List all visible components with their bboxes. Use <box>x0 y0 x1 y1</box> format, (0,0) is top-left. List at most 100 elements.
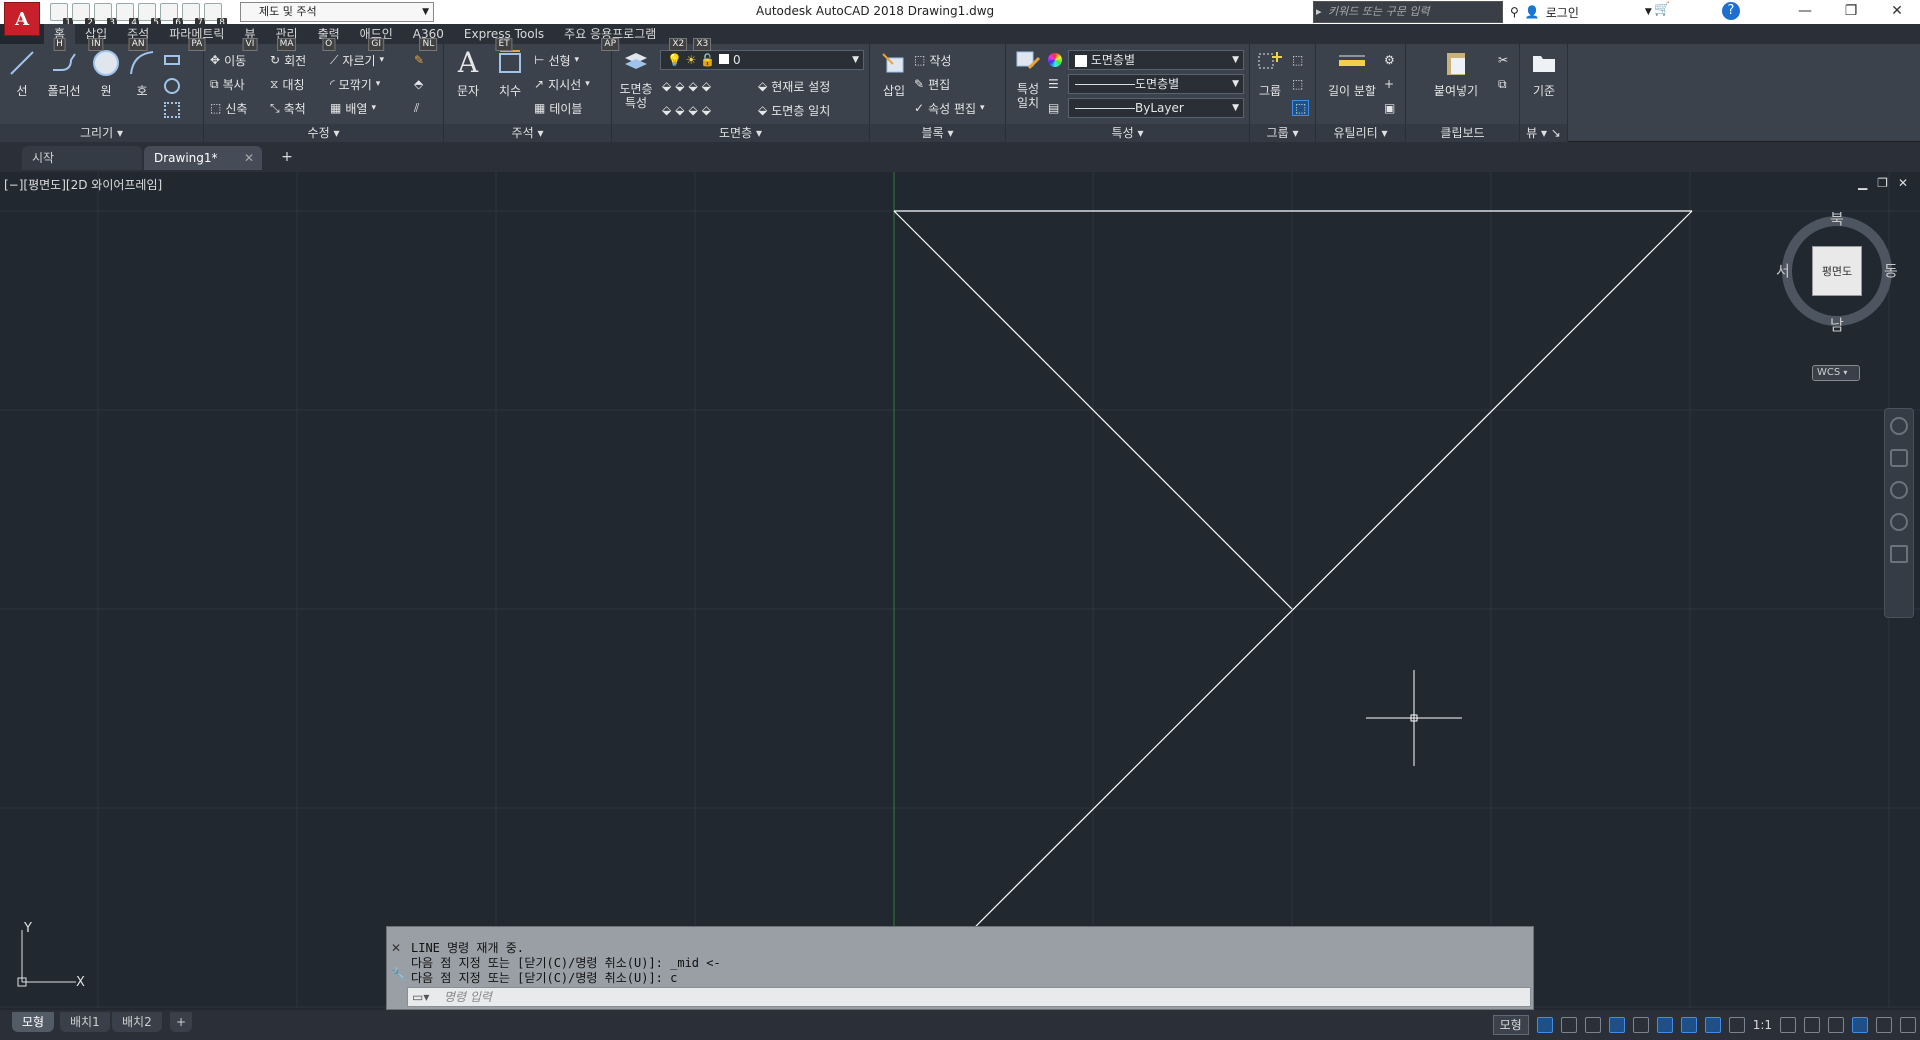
viewcube-east[interactable]: 동 <box>1884 260 1898 281</box>
boundary-button[interactable] <box>164 100 180 120</box>
leader-button[interactable]: ↗ 지시선 ▾ <box>534 74 590 94</box>
dimension-button[interactable]: 치수 <box>490 48 530 99</box>
object-snap-icon[interactable] <box>1680 1017 1697 1033</box>
viewcube-west[interactable]: 서 <box>1776 260 1790 281</box>
base-view-button[interactable]: 기준 <box>1524 48 1564 99</box>
open-file-button[interactable]: 2 <box>72 3 95 29</box>
viewcube-face-top[interactable]: 평면도 <box>1812 246 1862 296</box>
tab-annotate[interactable]: 주석 AN <box>117 24 159 51</box>
command-input[interactable]: ▭▾ 명령 입력 <box>407 987 1531 1007</box>
copy-button[interactable]: ⧉ 복사 <box>210 74 245 94</box>
text-button[interactable]: A 문자 <box>448 48 488 99</box>
plot-button[interactable]: 5 <box>138 3 161 29</box>
tab-a360[interactable]: A360 NL <box>403 24 454 51</box>
linear-dimension-button[interactable]: ⊢ 선형 ▾ <box>534 50 579 70</box>
viewport-controls-label[interactable]: [−][평면도][2D 와이어프레임] <box>4 176 162 193</box>
object-snap-tracking-icon[interactable] <box>1656 1017 1673 1033</box>
command-prompt-icon[interactable]: ▭▾ <box>412 988 429 1006</box>
quick-select-button[interactable]: ⚙ <box>1384 50 1395 70</box>
snap-toggle-icon[interactable] <box>1560 1017 1577 1033</box>
redo-button[interactable]: 7 <box>182 3 205 29</box>
viewcube[interactable]: 북 남 동 서 평면도 <box>1776 208 1898 334</box>
panel-title-annotation[interactable]: 주석 ▾ <box>444 124 611 142</box>
panel-title-groups[interactable]: 그룹 ▾ <box>1250 124 1315 142</box>
grid-toggle-icon[interactable] <box>1536 1017 1553 1033</box>
drawing-area[interactable]: [−][평면도][2D 와이어프레임] ▁ ❐ ✕ 북 남 동 서 평면도 WC… <box>0 172 1920 1008</box>
move-button[interactable]: ✥ 이동 <box>210 50 246 70</box>
layer-unlock-icon[interactable]: ⬙ <box>702 103 711 117</box>
panel-title-draw[interactable]: 그리기 ▾ <box>0 124 203 142</box>
annotation-monitor-icon[interactable] <box>1804 1017 1820 1033</box>
tab-express-tools[interactable]: Express Tools ET <box>454 24 554 51</box>
auto-scale-icon[interactable] <box>1728 1017 1745 1033</box>
insert-block-button[interactable]: 삽입 <box>874 48 914 99</box>
paste-button[interactable]: 붙여넣기 <box>1428 48 1484 99</box>
layer-thaw-icon[interactable]: ⬙ <box>688 103 697 117</box>
workspace-dropdown[interactable]: 제도 및 주석 ▼ <box>240 2 434 22</box>
tab-home[interactable]: 홈H <box>44 24 76 51</box>
erase-button[interactable]: ✎ <box>414 50 424 70</box>
panel-title-view[interactable]: 뷰 ▾ ↘ <box>1520 124 1567 142</box>
panel-title-clipboard[interactable]: 클립보드 <box>1406 124 1519 142</box>
orbit-icon[interactable] <box>1890 513 1908 531</box>
undo-button[interactable]: 6 <box>160 3 183 29</box>
layer-on-icon[interactable]: ⬙ <box>662 103 671 117</box>
close-button[interactable]: ✕ <box>1874 0 1920 24</box>
clean-screen-icon[interactable] <box>1876 1017 1892 1033</box>
close-tab-icon[interactable]: ✕ <box>244 146 254 170</box>
hatch-button[interactable] <box>164 76 180 96</box>
circle-button[interactable]: 원 <box>86 48 126 99</box>
stretch-button[interactable]: ⬚ 신축 <box>210 98 247 118</box>
steering-wheel-icon[interactable] <box>1890 417 1908 435</box>
trim-button[interactable]: ⟋ 자르기 ▾ <box>330 50 384 70</box>
pan-icon[interactable] <box>1890 449 1908 467</box>
layout-tab-layout2[interactable]: 배치2 <box>112 1012 162 1032</box>
line-button[interactable]: 선 <box>2 48 42 99</box>
rotate-button[interactable]: ↻ 회전 <box>270 50 306 70</box>
panel-title-utilities[interactable]: 유틸리티 ▾ <box>1316 124 1405 142</box>
explode-button[interactable]: ⬘ <box>414 74 423 94</box>
isolate-objects-icon[interactable] <box>1852 1017 1868 1033</box>
share-button[interactable]: 8 <box>204 3 227 29</box>
table-button[interactable]: ▦ 테이블 <box>534 98 582 118</box>
zoom-icon[interactable] <box>1890 481 1908 499</box>
workspace-gear-icon[interactable] <box>1780 1017 1796 1033</box>
calculator-button[interactable]: ▣ <box>1384 98 1395 118</box>
viewport-minimize-icon[interactable]: ▁ <box>1858 176 1867 190</box>
help-icon[interactable]: ? <box>1722 2 1740 20</box>
tab-drawing1[interactable]: Drawing1* ✕ <box>144 146 262 170</box>
viewport-close-icon[interactable]: ✕ <box>1898 176 1908 190</box>
restore-button[interactable]: ❐ <box>1828 0 1874 24</box>
tab-insert[interactable]: 삽입 IN <box>75 24 117 51</box>
tab-extra-2[interactable]: X3 <box>690 24 714 51</box>
login-button[interactable]: ⚲ 👤 로그인 ▼ <box>1510 2 1652 22</box>
color-dropdown[interactable]: 도면층별 ▼ <box>1068 50 1244 70</box>
array-button[interactable]: ▦ 배열 ▾ <box>330 98 376 118</box>
create-block-button[interactable]: ⬚ 작성 <box>914 50 951 70</box>
tab-manage[interactable]: 관리 MA <box>265 24 307 51</box>
ortho-toggle-icon[interactable] <box>1584 1017 1601 1033</box>
search-input[interactable]: ▸ 키워드 또는 구문 입력 <box>1313 1 1503 23</box>
group-button[interactable]: 그룹 <box>1250 48 1290 99</box>
group-edit-button[interactable]: ⬚ <box>1292 74 1303 94</box>
edit-block-button[interactable]: ✎ 편집 <box>914 74 950 94</box>
showmotion-icon[interactable] <box>1890 545 1908 563</box>
annotation-visibility-icon[interactable] <box>1704 1017 1721 1033</box>
layout-tab-model[interactable]: 모형 <box>12 1012 55 1032</box>
match-properties-button[interactable]: 특성 일치 <box>1008 48 1048 110</box>
save-as-button[interactable]: 4 <box>116 3 139 29</box>
tab-featured-apps[interactable]: 주요 응용프로그램 AP <box>554 24 666 51</box>
tab-start[interactable]: 시작 <box>22 146 142 170</box>
fillet-button[interactable]: ◜ 모깎기 ▾ <box>330 74 380 94</box>
save-button[interactable]: 3 <box>94 3 117 29</box>
ungroup-button[interactable]: ⬚ <box>1292 50 1303 70</box>
viewcube-north[interactable]: 북 <box>1830 208 1844 229</box>
minimize-button[interactable]: — <box>1782 0 1828 24</box>
make-current-button[interactable]: ⬙ 현재로 설정 <box>758 76 830 96</box>
tab-parametric[interactable]: 파라메트릭 PA <box>159 24 234 51</box>
add-tab-button[interactable]: + <box>278 150 296 166</box>
layer-freeze-icon[interactable]: ⬙ <box>688 79 697 93</box>
match-layer-button[interactable]: ⬙ 도면층 일치 <box>758 100 830 120</box>
polyline-button[interactable]: 폴리선 <box>44 48 84 99</box>
panel-title-layers[interactable]: 도면층 ▾ <box>612 124 869 142</box>
